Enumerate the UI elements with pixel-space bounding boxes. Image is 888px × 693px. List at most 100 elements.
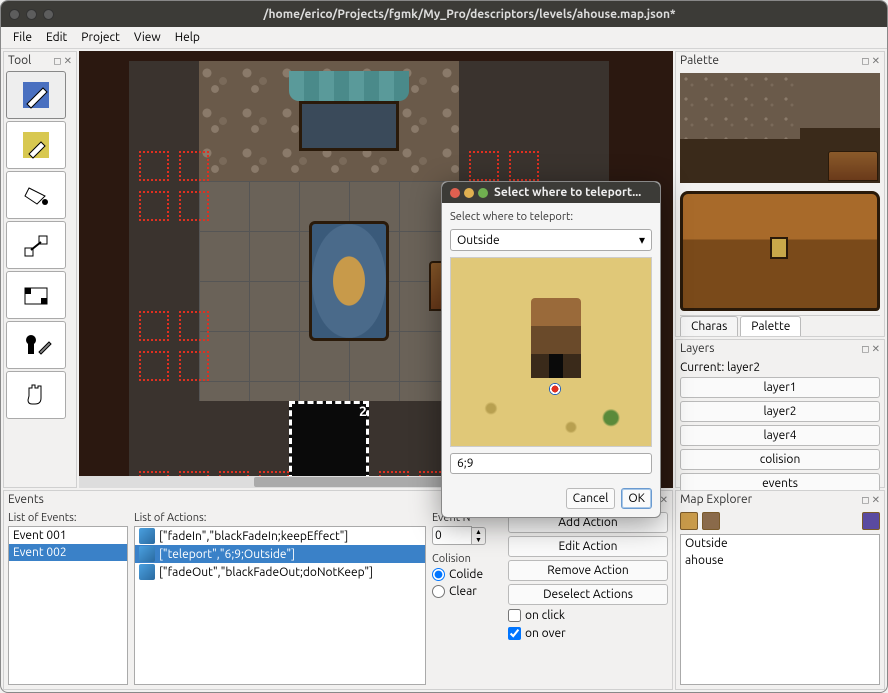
- layer-layer2[interactable]: layer2: [680, 401, 880, 422]
- dialog-titlebar[interactable]: Select where to teleport...: [442, 182, 660, 203]
- action-icon: [139, 564, 155, 580]
- bucket-tool[interactable]: [6, 171, 66, 219]
- tab-palette[interactable]: Palette: [740, 316, 801, 336]
- map-select-value: Outside: [457, 234, 500, 247]
- palette-title: Palette: [680, 54, 719, 67]
- doorway-selection: [289, 401, 369, 481]
- radio-clear[interactable]: Clear: [432, 584, 502, 599]
- spin-up-icon[interactable]: ▲: [472, 528, 485, 536]
- menubar: File Edit Project View Help: [1, 27, 887, 49]
- dropper-tool[interactable]: [6, 121, 66, 169]
- action-row[interactable]: ["fadeIn","blackFadeIn;keepEffect"]: [135, 527, 425, 545]
- close-panel-icon[interactable]: ✕: [872, 343, 880, 355]
- close-icon[interactable]: [9, 9, 20, 20]
- bug-icon[interactable]: [862, 512, 880, 530]
- tab-charas[interactable]: Charas: [680, 316, 738, 336]
- close-panel-icon[interactable]: ✕: [872, 55, 880, 67]
- action-icon: [139, 528, 155, 544]
- pen-tool[interactable]: [6, 71, 66, 119]
- close-panel-icon[interactable]: ✕: [872, 494, 880, 506]
- preview-house: [531, 298, 581, 378]
- coord-field[interactable]: 6;9: [450, 453, 652, 474]
- window-title: /home/erico/Projects/fgmk/My_Pro/descrip…: [60, 8, 879, 21]
- rug: [309, 221, 389, 341]
- events-title: Events: [8, 493, 44, 506]
- event-no-input[interactable]: [432, 526, 472, 545]
- line-tool[interactable]: [6, 221, 66, 269]
- events-listbox[interactable]: Event 001 Event 002: [8, 526, 128, 685]
- chara-tool[interactable]: [6, 321, 66, 369]
- map-icon[interactable]: [702, 512, 720, 530]
- maximize-icon[interactable]: [43, 9, 54, 20]
- dialog-prompt: Select where to teleport:: [450, 211, 652, 223]
- rect-icon: [19, 278, 53, 312]
- selected-tile-preview: [680, 191, 880, 311]
- menu-view[interactable]: View: [128, 29, 167, 46]
- layer-layer1[interactable]: layer1: [680, 377, 880, 398]
- layer-colision[interactable]: colision: [680, 449, 880, 470]
- tool-panel-title: Tool: [8, 54, 31, 67]
- tool-panel: Tool ◻ ✕: [3, 51, 77, 488]
- rect-tool[interactable]: [6, 271, 66, 319]
- close-icon[interactable]: [450, 188, 460, 198]
- check-onover[interactable]: on over: [508, 626, 668, 641]
- check-onclick[interactable]: on click: [508, 608, 668, 623]
- undock-icon[interactable]: ◻: [861, 343, 869, 355]
- actions-list-label: List of Actions:: [134, 512, 426, 524]
- tileset-thumb[interactable]: [680, 73, 880, 183]
- maximize-icon[interactable]: [478, 188, 488, 198]
- radio-colide[interactable]: Colide: [432, 567, 502, 582]
- marker-2: 2: [359, 403, 367, 419]
- pan-tool[interactable]: [6, 371, 66, 419]
- menu-edit[interactable]: Edit: [40, 29, 73, 46]
- ok-button[interactable]: OK: [621, 488, 652, 509]
- actions-listbox[interactable]: ["fadeIn","blackFadeIn;keepEffect"] ["te…: [134, 526, 426, 685]
- map-item[interactable]: ahouse: [681, 552, 879, 569]
- dialog-title: Select where to teleport...: [494, 186, 641, 199]
- dropper-icon: [19, 128, 53, 162]
- remove-action-button[interactable]: Remove Action: [508, 560, 668, 581]
- action-row[interactable]: ["teleport","6;9;Outside"]: [135, 545, 425, 563]
- layers-panel: Layers ◻✕ Current: layer2 layer1 layer2 …: [675, 339, 885, 488]
- line-icon: [19, 228, 53, 262]
- event-row[interactable]: Event 002: [9, 544, 127, 561]
- action-row[interactable]: ["fadeOut","blackFadeOut;doNotKeep"]: [135, 563, 425, 581]
- house-tiles: [199, 61, 459, 401]
- close-panel-icon[interactable]: ✕: [64, 55, 72, 67]
- spin-down-icon[interactable]: ▼: [472, 536, 485, 544]
- menu-help[interactable]: Help: [169, 29, 206, 46]
- layer-layer4[interactable]: layer4: [680, 425, 880, 446]
- titlebar: /home/erico/Projects/fgmk/My_Pro/descrip…: [1, 1, 887, 27]
- hand-icon: [19, 378, 53, 412]
- map-select[interactable]: Outside ▾: [450, 229, 652, 251]
- minimize-icon[interactable]: [464, 188, 474, 198]
- current-layer-label: Current: layer2: [680, 361, 880, 374]
- events-panel: Events ◻✕ List of Events: Event 001 Even…: [3, 490, 673, 690]
- edit-action-button[interactable]: Edit Action: [508, 536, 668, 557]
- teleport-marker: [549, 383, 561, 395]
- map-item[interactable]: Outside: [681, 535, 879, 552]
- undock-icon[interactable]: ◻: [861, 494, 869, 506]
- map-explorer-list[interactable]: Outside ahouse: [680, 534, 880, 685]
- cancel-button[interactable]: Cancel: [566, 488, 616, 509]
- menu-project[interactable]: Project: [75, 29, 126, 46]
- bucket-icon: [19, 178, 53, 212]
- map-explorer-title: Map Explorer: [680, 493, 752, 506]
- deselect-actions-button[interactable]: Deselect Actions: [508, 584, 668, 605]
- menu-file[interactable]: File: [7, 29, 38, 46]
- pencil-icon: [19, 78, 53, 112]
- minimize-icon[interactable]: [26, 9, 37, 20]
- palette-panel: Palette ◻✕ Charas Palette: [675, 51, 885, 337]
- undock-icon[interactable]: ◻: [861, 55, 869, 67]
- app-window: /home/erico/Projects/fgmk/My_Pro/descrip…: [0, 0, 888, 693]
- map-icon[interactable]: [680, 512, 698, 530]
- event-no-spinner[interactable]: ▲▼: [432, 526, 502, 545]
- colision-label: Colision: [432, 553, 502, 565]
- chara-icon: [19, 328, 53, 362]
- events-list-label: List of Events:: [8, 512, 128, 524]
- house-window: [299, 101, 399, 151]
- event-row[interactable]: Event 001: [9, 527, 127, 544]
- undock-icon[interactable]: ◻: [53, 55, 61, 67]
- teleport-preview[interactable]: [450, 257, 652, 447]
- window-controls: [9, 9, 54, 20]
